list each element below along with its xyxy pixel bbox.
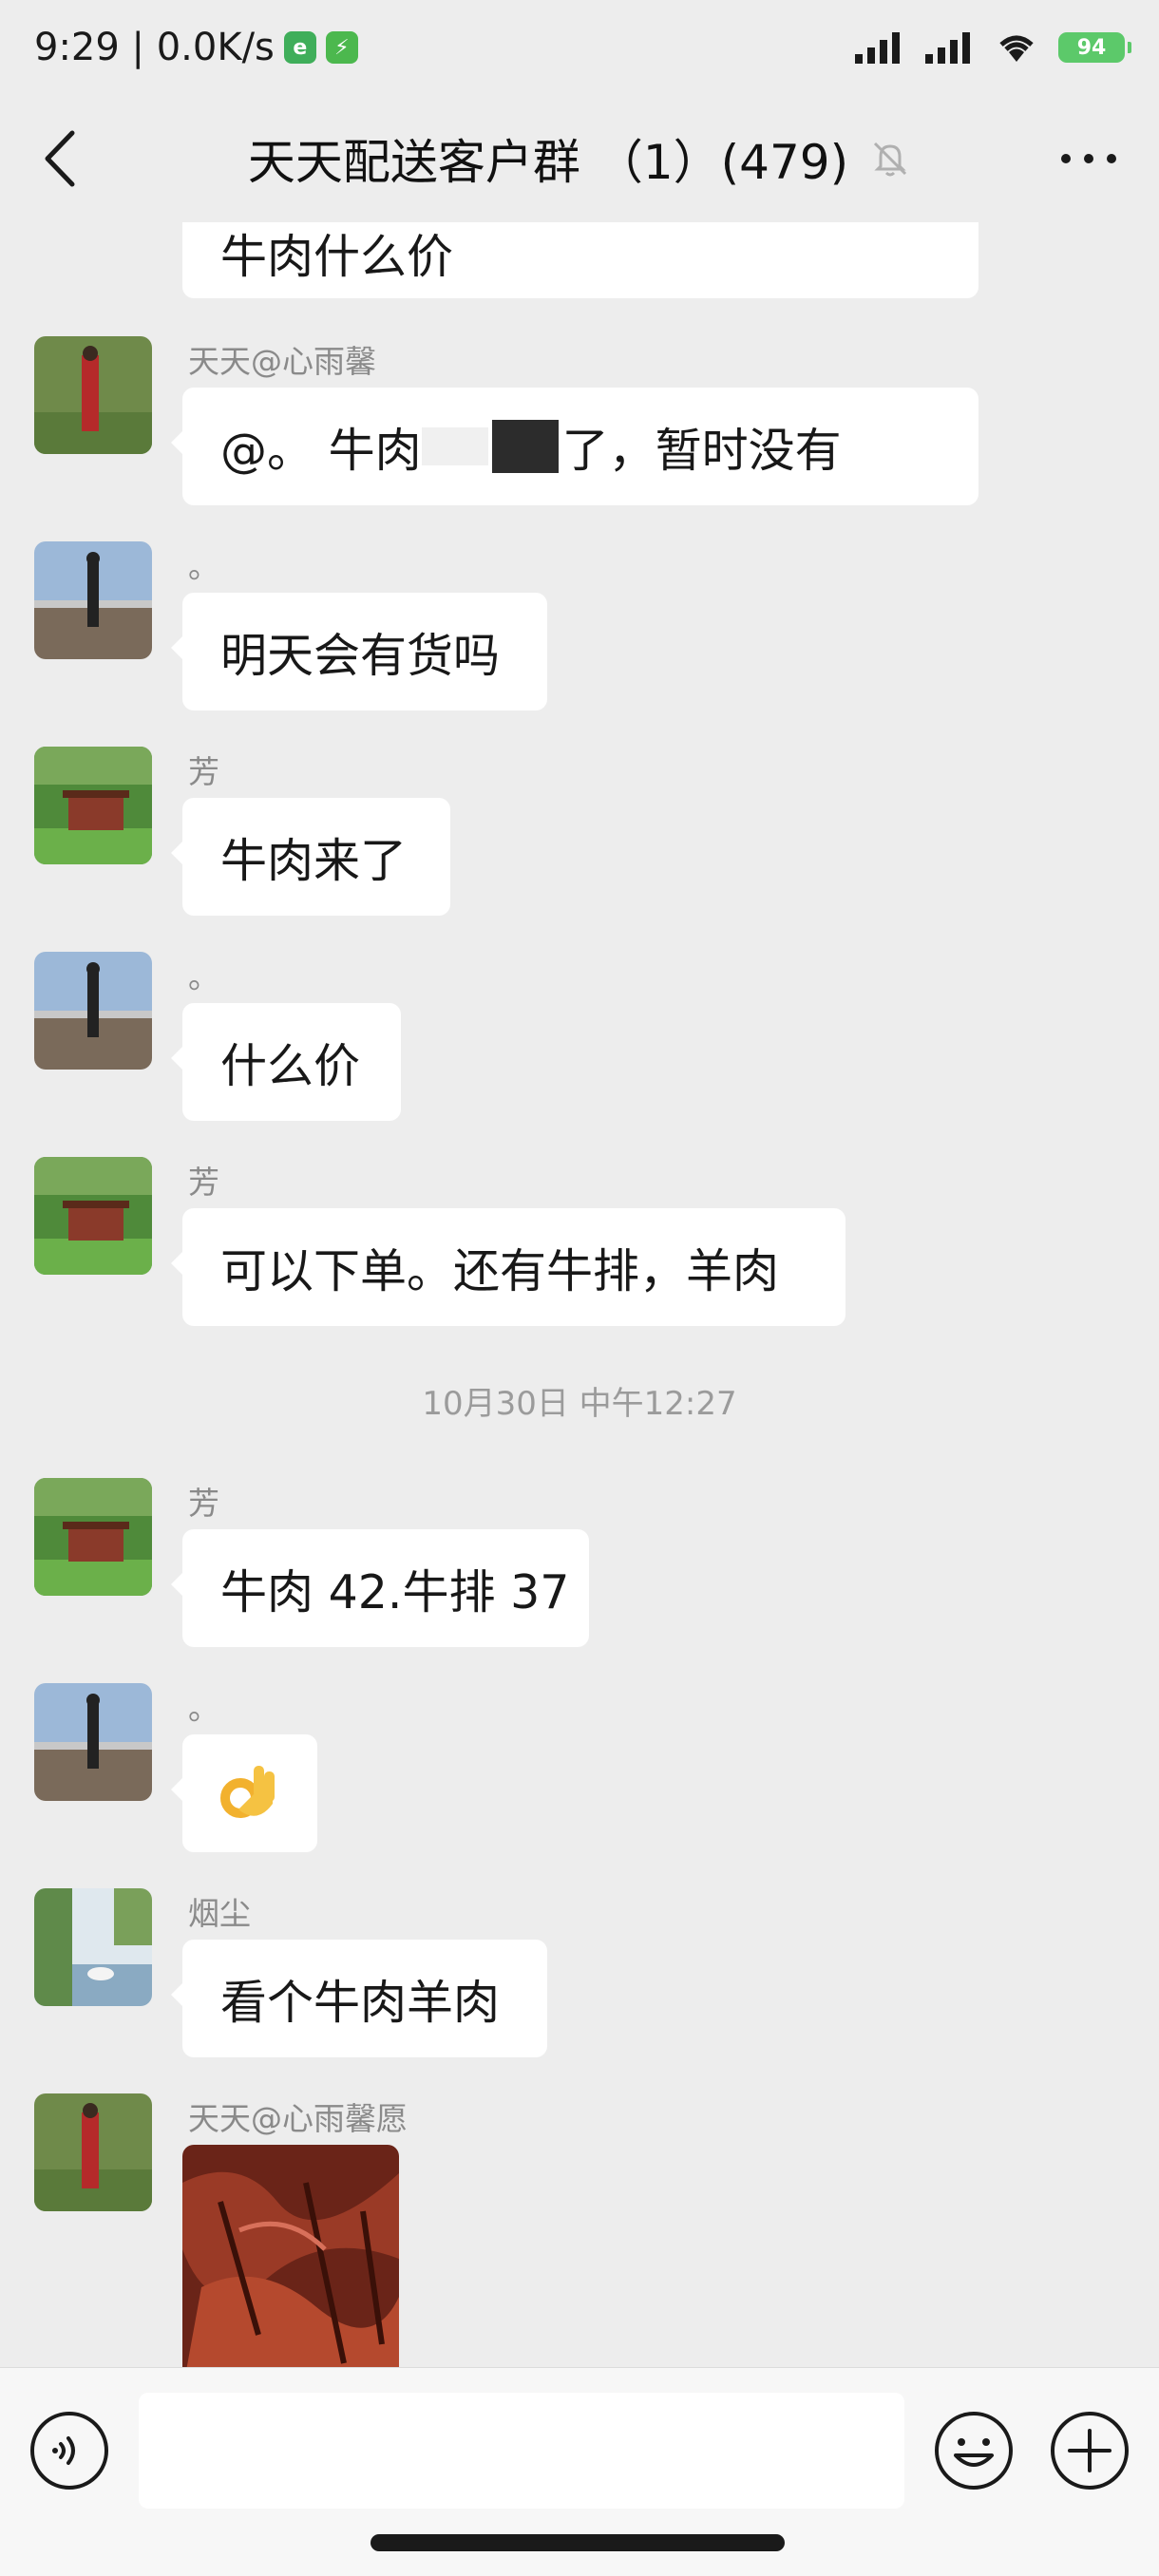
message-text: @。 牛肉 [220, 423, 422, 478]
message-text: 可以下单。还有牛排，羊肉 [220, 1243, 780, 1298]
avatar[interactable] [34, 1683, 152, 1801]
sender-name: 芳 [188, 1164, 219, 1201]
message-timestamp: 10月30日 中午12:27 [422, 1385, 737, 1423]
sender-name: 烟尘 [188, 1895, 251, 1932]
battery-indicator: 94 [1058, 32, 1131, 63]
avatar[interactable] [34, 2093, 152, 2211]
sender-name: 芳 [188, 753, 219, 790]
redaction-blur [421, 427, 488, 465]
sender-name: 天天@心雨馨 [188, 343, 376, 380]
charging-app-icon: ⚡ [325, 31, 358, 64]
browser-app-icon: e [283, 31, 316, 64]
signal-icon [855, 32, 900, 64]
page-title: 天天配送客户群 （1）(479) [248, 124, 911, 193]
chevron-left-icon[interactable] [38, 127, 86, 190]
message-bubble[interactable]: 👌 [171, 1734, 317, 1852]
sender-name: 。 [188, 958, 219, 995]
message-text: 牛肉来了 [220, 833, 408, 888]
message-bubble[interactable]: 牛肉 42.牛排 37 [171, 1529, 589, 1647]
avatar[interactable] [34, 1478, 152, 1596]
more-dots-icon[interactable] [1058, 146, 1119, 171]
status-right: 94 [855, 31, 1131, 64]
message-bubble[interactable]: 牛肉什么价 [182, 222, 978, 298]
message-bubble[interactable]: 牛肉来了 [171, 798, 450, 916]
message-text: 看个牛肉羊肉 [220, 1975, 501, 2030]
message-bubble[interactable]: 可以下单。还有牛排，羊肉 [171, 1208, 846, 1326]
sender-name: 。 [188, 548, 219, 585]
signal-icon-2 [925, 32, 970, 64]
message-input[interactable] [139, 2393, 904, 2509]
chat-message-list[interactable]: 牛肉什么价 天天@心雨馨 @。 牛肉 了，暂时没有 。 明天会有货吗 芳 牛肉来… [0, 222, 1159, 2367]
avatar[interactable] [34, 541, 152, 659]
sender-name: 天天@心雨馨愿 [188, 2100, 408, 2137]
redaction-block [491, 420, 559, 473]
status-time: 9:29 | 0.0K/s [34, 26, 275, 69]
message-text: 明天会有货吗 [220, 628, 501, 683]
message-bubble[interactable]: 什么价 [171, 1003, 401, 1121]
avatar[interactable] [34, 952, 152, 1070]
chat-header: 天天配送客户群 （1）(479) [0, 95, 1159, 222]
message-text: 牛肉 42.牛排 37 [220, 1564, 570, 1619]
ok-hand-emoji-icon [220, 1766, 275, 1818]
sender-name: 。 [188, 1690, 219, 1727]
home-indicator[interactable] [370, 2534, 785, 2551]
avatar[interactable] [34, 747, 152, 864]
bell-off-icon [874, 142, 907, 177]
message-text: 什么价 [220, 1038, 361, 1093]
status-left: 9:29 | 0.0K/s e ⚡ [34, 26, 358, 69]
status-bar: 9:29 | 0.0K/s e ⚡ 94 [0, 0, 1159, 95]
avatar[interactable] [34, 1888, 152, 2006]
message-text-tail: 了，暂时没有 [561, 423, 842, 478]
message-bubble[interactable]: @。 牛肉 了，暂时没有 [171, 388, 978, 505]
plus-icon[interactable] [1049, 2410, 1130, 2491]
message-bubble[interactable]: 明天会有货吗 [171, 593, 547, 710]
sender-name: 芳 [188, 1485, 219, 1522]
wifi-icon [999, 35, 1034, 62]
message-bubble[interactable]: 看个牛肉羊肉 [171, 1940, 547, 2057]
battery-level: 94 [1076, 35, 1107, 60]
emoji-icon[interactable] [933, 2410, 1015, 2491]
message-text: 牛肉什么价 [220, 229, 454, 284]
avatar[interactable] [34, 1157, 152, 1275]
message-image[interactable] [182, 2145, 399, 2367]
group-name: 天天配送客户群 （1）(479) [247, 135, 849, 190]
voice-icon[interactable] [28, 2410, 110, 2491]
avatar[interactable] [34, 336, 152, 454]
